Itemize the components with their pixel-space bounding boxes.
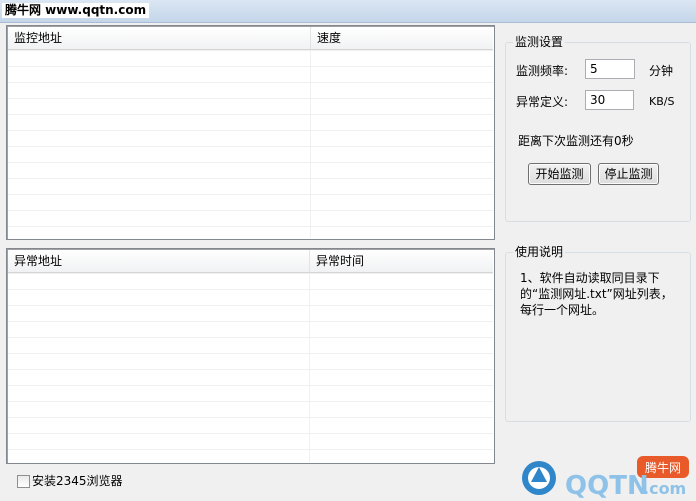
qqtn-logo: 腾牛网 QQTN .com [517,454,693,501]
column-header-abnormal-time[interactable]: 异常时间 [310,250,493,272]
column-divider [310,50,311,238]
monitor-list-body [8,50,493,238]
column-header-monitor-url[interactable]: 监控地址 [8,27,311,49]
frequency-label: 监测频率: [516,64,569,78]
threshold-label: 异常定义: [516,95,569,109]
frequency-input[interactable]: 5 [585,59,635,79]
title-bar: 腾牛网 www.qqtn.com [0,0,696,23]
abnormal-list-body [8,273,493,462]
logo-badge-text: 腾牛网 [645,460,681,475]
countdown-text: 距离下次监测还有0秒 [518,134,634,148]
install-browser-checkbox[interactable] [17,475,30,488]
column-header-abnormal-url[interactable]: 异常地址 [8,250,310,272]
usage-description: 1、软件自动读取同目录下的“监测网址.txt”网址列表，每行一个网址。 [520,271,673,317]
logo-domain-text: .com [643,479,686,498]
usage-group-title: 使用说明 [513,245,566,259]
monitor-list[interactable]: 监控地址 速度 [6,25,495,240]
threshold-input[interactable]: 30 [585,90,634,110]
start-monitor-button[interactable]: 开始监测 [528,163,591,185]
frequency-unit: 分钟 [649,64,674,78]
logo-text: QQTN [565,471,649,498]
abnormal-list[interactable]: 异常地址 异常时间 [6,248,495,464]
column-divider [309,273,310,462]
settings-group-title: 监测设置 [513,35,566,49]
stop-monitor-button[interactable]: 停止监测 [598,163,659,185]
threshold-unit: KB/S [649,95,675,108]
column-header-speed[interactable]: 速度 [311,27,493,49]
abnormal-list-header: 异常地址 异常时间 [8,250,493,273]
install-browser-label[interactable]: 安装2345浏览器 [32,473,123,489]
monitor-list-header: 监控地址 速度 [8,27,493,50]
watermark-text: 腾牛网 www.qqtn.com [2,3,150,18]
